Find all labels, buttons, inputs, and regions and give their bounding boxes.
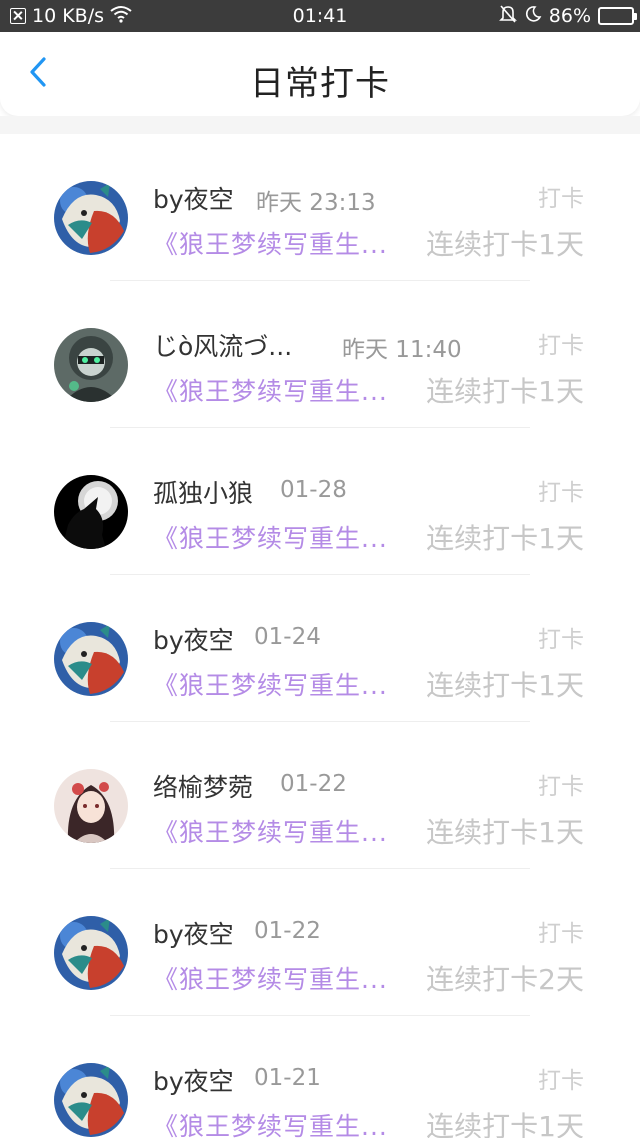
user-name: 络榆梦菀 [153, 773, 254, 802]
moon-icon [524, 5, 542, 28]
list-item[interactable]: 孤独小狼 01-28 打卡 《狼王梦续写重生... 连续打卡1天 [0, 428, 640, 575]
list-item[interactable]: 络榆梦菀 01-22 打卡 《狼王梦续写重生... 连续打卡1天 [0, 722, 640, 869]
bell-muted-icon [498, 4, 517, 29]
anime-girl-avatar[interactable] [54, 769, 128, 843]
wolf-avatar[interactable] [54, 622, 128, 696]
streak-text: 连续打卡2天 [426, 963, 584, 996]
list-item[interactable]: by夜空 01-22 打卡 《狼王梦续写重生... 连续打卡2天 [0, 869, 640, 1016]
book-title[interactable]: 《狼王梦续写重生... [153, 225, 388, 261]
book-title[interactable]: 《狼王梦续写重生... [153, 372, 388, 408]
checkin-tag: 打卡 [538, 186, 584, 212]
book-title[interactable]: 《狼王梦续写重生... [153, 666, 388, 702]
streak-text: 连续打卡1天 [426, 228, 584, 261]
streak-text: 连续打卡1天 [426, 669, 584, 702]
checkin-time: 昨天 11:40 [342, 337, 462, 363]
checkin-tag: 打卡 [538, 1068, 584, 1094]
list-item[interactable]: by夜空 01-21 打卡 《狼王梦续写重生... 连续打卡1天 [0, 1016, 640, 1138]
user-name: by夜空 [153, 1067, 234, 1096]
header: 日常打卡 [0, 32, 640, 116]
status-right: 86% [498, 4, 637, 29]
checkin-time: 01-22 [280, 771, 347, 797]
list-item[interactable]: by夜空 昨天 23:13 打卡 《狼王梦续写重生... 连续打卡1天 [0, 134, 640, 281]
checkin-time: 昨天 23:13 [256, 190, 376, 216]
list-item[interactable]: by夜空 01-24 打卡 《狼王梦续写重生... 连续打卡1天 [0, 575, 640, 722]
book-title[interactable]: 《狼王梦续写重生... [153, 1107, 388, 1138]
masked-figure-avatar[interactable] [54, 328, 128, 402]
wolf-avatar[interactable] [54, 916, 128, 990]
howling-wolf-avatar[interactable] [54, 475, 128, 549]
checkin-time: 01-22 [254, 918, 321, 944]
page-title: 日常打卡 [250, 64, 390, 104]
battery-icon [598, 7, 637, 25]
status-bar: 10 KB/s 01:41 86% [0, 0, 640, 32]
user-name: by夜空 [153, 185, 234, 214]
user-name: じò风流づ... [153, 332, 293, 361]
checkin-time: 01-21 [254, 1065, 321, 1091]
book-title[interactable]: 《狼王梦续写重生... [153, 960, 388, 996]
checkin-tag: 打卡 [538, 627, 584, 653]
book-title[interactable]: 《狼王梦续写重生... [153, 519, 388, 555]
checkin-time: 01-24 [254, 624, 321, 650]
header-spacer [0, 116, 640, 134]
checkin-tag: 打卡 [538, 333, 584, 359]
checkin-tag: 打卡 [538, 774, 584, 800]
streak-text: 连续打卡1天 [426, 375, 584, 408]
battery-percent: 86% [548, 5, 591, 27]
checkin-tag: 打卡 [538, 921, 584, 947]
user-name: 孤独小狼 [153, 479, 254, 508]
streak-text: 连续打卡1天 [426, 1110, 584, 1138]
user-name: by夜空 [153, 920, 234, 949]
book-title[interactable]: 《狼王梦续写重生... [153, 813, 388, 849]
user-name: by夜空 [153, 626, 234, 655]
streak-text: 连续打卡1天 [426, 816, 584, 849]
checkin-list: by夜空 昨天 23:13 打卡 《狼王梦续写重生... 连续打卡1天 じò风流… [0, 134, 640, 1138]
checkin-tag: 打卡 [538, 480, 584, 506]
checkin-time: 01-28 [280, 477, 347, 503]
wolf-avatar[interactable] [54, 1063, 128, 1137]
streak-text: 连续打卡1天 [426, 522, 584, 555]
list-item[interactable]: じò风流づ... 昨天 11:40 打卡 《狼王梦续写重生... 连续打卡1天 [0, 281, 640, 428]
wolf-avatar[interactable] [54, 181, 128, 255]
